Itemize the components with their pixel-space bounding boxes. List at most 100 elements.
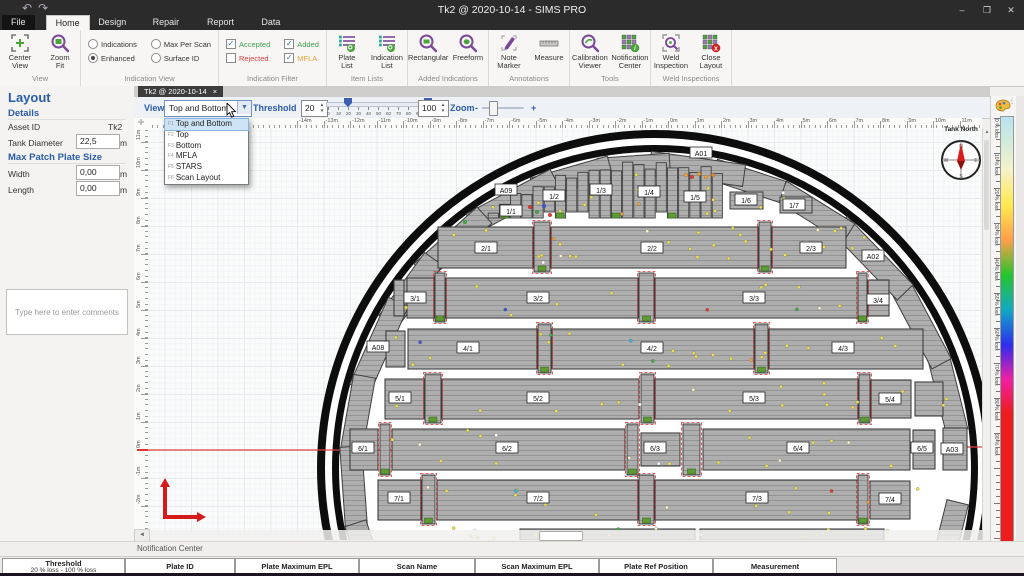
dropdown-item-stars[interactable]: F5STARS xyxy=(165,162,248,173)
dropdown-item-top-and-bottom[interactable]: F1Top and Bottom xyxy=(165,119,248,130)
ribbon-tab-data[interactable]: Data xyxy=(252,15,289,30)
maximize-button[interactable]: ❐ xyxy=(978,3,996,17)
indication-dot xyxy=(667,241,670,244)
indication-dot xyxy=(759,206,762,209)
shell-plate xyxy=(667,168,677,218)
status-button-scan-name[interactable]: Scan Name xyxy=(359,558,475,574)
ribbon-group-weld-inspections: WeldInspectionxCloseLayoutWeld Inspectio… xyxy=(651,30,732,86)
length-input[interactable]: 0,00 xyxy=(76,181,120,196)
checkbox-accepted[interactable]: ✓Accepted xyxy=(226,39,270,49)
notification-center-icon: i xyxy=(610,32,650,54)
indication-dot xyxy=(851,247,854,250)
minimize-button[interactable]: – xyxy=(953,3,971,17)
ribbon-tab-design[interactable]: Design xyxy=(89,15,135,30)
threshold-label: Threshold xyxy=(253,103,297,113)
status-button-threshold[interactable]: Threshold20 % loss - 100 % loss xyxy=(2,558,125,574)
status-button-plate-id[interactable]: Plate ID xyxy=(125,558,235,574)
checkbox-rejected[interactable]: Rejected xyxy=(226,53,270,63)
status-button-measurement[interactable]: Measurement xyxy=(713,558,837,574)
spin-up-icon[interactable]: ▲ xyxy=(439,103,447,107)
ribbon-tab-file[interactable]: File xyxy=(2,15,35,30)
calibration-viewer-button[interactable]: CalibrationViewer xyxy=(570,32,610,70)
indication-dot xyxy=(510,314,513,317)
ribbon-tab-report[interactable]: Report xyxy=(198,15,243,30)
indication-dot xyxy=(765,464,768,467)
notification-center-label[interactable]: Notification Center xyxy=(137,544,203,553)
indication-dot xyxy=(781,404,784,407)
freeform-button[interactable]: Freeform xyxy=(448,32,488,62)
dropdown-item-scan-layout[interactable]: F6Scan Layout xyxy=(165,173,248,184)
status-button-scan-maximum-epl[interactable]: Scan Maximum EPL xyxy=(475,558,599,574)
view-dropdown-list[interactable]: F1Top and BottomF2TopF3BottomF4MFLAF5STA… xyxy=(164,118,249,185)
rect-add-icon xyxy=(408,32,448,54)
zoom-fit-button[interactable]: ZoomFit xyxy=(40,32,80,70)
scale-label: 60 % loss xyxy=(993,329,999,351)
indication-dot xyxy=(547,341,550,344)
indication-list-button[interactable]: IndicationList xyxy=(367,32,407,70)
weld-inspection-icon xyxy=(651,32,691,54)
indication-dot xyxy=(731,227,734,230)
comments-box[interactable]: Type here to enter comments xyxy=(6,289,128,335)
indication-dot xyxy=(671,349,674,352)
status-button-plate-ref-position[interactable]: Plate Ref Position xyxy=(599,558,713,574)
ribbon-tab-repair[interactable]: Repair xyxy=(144,15,189,30)
checkbox-added[interactable]: ✓Added xyxy=(284,39,319,49)
indication-dot xyxy=(851,406,854,409)
radio-indications[interactable]: Indications xyxy=(88,39,137,49)
indication-dot xyxy=(795,308,798,311)
ribbon-group-label: Added Indications xyxy=(408,74,488,86)
width-unit: m xyxy=(120,169,127,179)
radio-max-per-scan[interactable]: Max Per Scan xyxy=(151,39,211,49)
notification-center-button[interactable]: iNotificationCenter xyxy=(610,32,650,70)
svg-text:2/2: 2/2 xyxy=(647,246,657,253)
indication-dot xyxy=(689,247,692,250)
zoom-in-icon[interactable]: + xyxy=(531,103,536,113)
indication-dot xyxy=(646,230,649,233)
mouse-cursor-icon xyxy=(226,103,238,119)
checkbox-mfla[interactable]: ✓MFLA xyxy=(284,53,319,63)
center-view-button[interactable]: CenterView xyxy=(0,32,40,70)
spin-up-icon[interactable]: ▲ xyxy=(318,103,326,107)
document-tab[interactable]: Tk2 @ 2020-10-14 × xyxy=(138,86,223,97)
status-button-plate-maximum-epl[interactable]: Plate Maximum EPL xyxy=(235,558,359,574)
threshold-max-spinner[interactable]: 100 ▲ ▼ xyxy=(418,100,449,117)
close-layout-button[interactable]: xCloseLayout xyxy=(691,32,731,70)
connector-plate xyxy=(639,475,654,524)
svg-text:1/2: 1/2 xyxy=(549,194,559,201)
svg-text:1/4: 1/4 xyxy=(644,190,654,197)
marker xyxy=(629,469,637,474)
rectangular-button[interactable]: Rectangular xyxy=(408,32,448,62)
tank-layout-drawing[interactable]: 1/11/21/31/41/51/61/72/12/22/33/13/23/33… xyxy=(148,128,982,540)
radio-surface-id[interactable]: Surface ID xyxy=(151,53,211,63)
ribbon-tab-home[interactable]: Home xyxy=(46,15,90,31)
plate-list-button[interactable]: PlateList xyxy=(327,32,367,70)
width-input[interactable]: 0,00 xyxy=(76,165,120,180)
zoom-slider-handle[interactable] xyxy=(489,101,498,116)
palette-icon[interactable] xyxy=(995,99,1011,112)
zoom-out-icon[interactable]: - xyxy=(475,103,478,113)
close-button[interactable]: ✕ xyxy=(1002,3,1020,17)
indication-dot xyxy=(637,202,640,205)
indication-dot xyxy=(552,237,555,240)
spin-down-icon[interactable]: ▼ xyxy=(439,109,447,113)
radio-icon xyxy=(151,53,161,63)
scale-menu-icon[interactable]: ⁞ xyxy=(1011,99,1013,106)
note-marker-button[interactable]: NoteMarker xyxy=(489,32,529,70)
hscroll-thumb[interactable] xyxy=(539,531,583,541)
threshold-range-slider[interactable]: 0102030405060708090100 xyxy=(326,98,432,117)
indication-dot xyxy=(574,255,577,258)
radio-enhanced[interactable]: Enhanced xyxy=(88,53,137,63)
indication-dot xyxy=(495,434,498,437)
marker xyxy=(688,469,696,474)
ribbon: CenterViewZoomFitViewIndicationsEnhanced… xyxy=(0,30,1024,87)
chevron-down-icon[interactable]: ▼ xyxy=(237,101,251,114)
tank-diameter-input[interactable]: 22,5 xyxy=(76,134,120,149)
view-combobox[interactable]: Top and Bottom ▼ xyxy=(164,100,252,117)
tab-close-icon[interactable]: × xyxy=(213,87,217,96)
dropdown-item-top[interactable]: F2Top xyxy=(165,130,248,141)
measure-button[interactable]: Measure xyxy=(529,32,569,62)
dropdown-item-mfla[interactable]: F4MFLA xyxy=(165,151,248,162)
scale-label: 10 % loss xyxy=(993,154,999,176)
dropdown-item-bottom[interactable]: F3Bottom xyxy=(165,141,248,152)
weld-inspection-button[interactable]: WeldInspection xyxy=(651,32,691,70)
